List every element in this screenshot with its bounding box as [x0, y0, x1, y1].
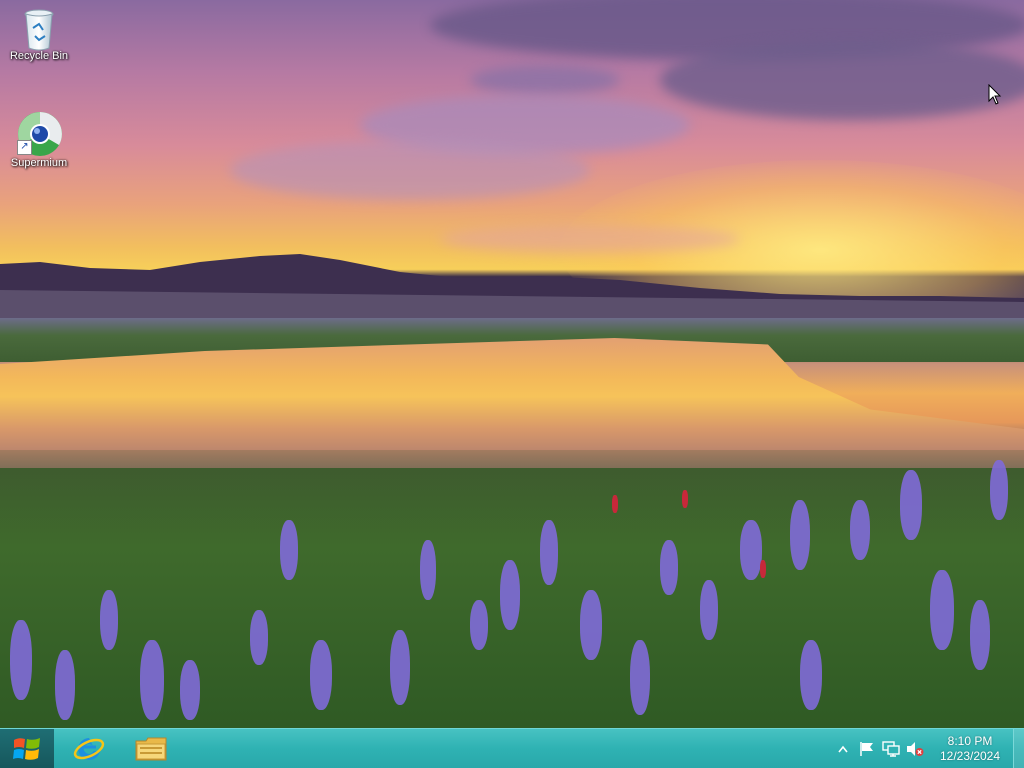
start-button[interactable]	[0, 729, 54, 768]
clock-date: 12/23/2024	[939, 748, 1001, 763]
red-flower	[760, 560, 766, 578]
clock-time: 8:10 PM	[947, 733, 993, 748]
flower	[470, 600, 488, 650]
flower	[420, 540, 436, 600]
flower	[100, 590, 118, 650]
internet-explorer-icon	[73, 737, 105, 760]
flower	[310, 640, 332, 710]
shortcut-arrow-icon: ↗	[17, 140, 32, 155]
show-desktop-button[interactable]	[1013, 729, 1024, 768]
flower	[900, 470, 922, 540]
desktop-wallpaper: Recycle Bin ↗ Supermium	[0, 0, 1024, 728]
flower	[500, 560, 520, 630]
flower	[540, 520, 558, 585]
flower	[740, 520, 762, 580]
file-explorer-icon	[135, 737, 167, 760]
system-tray: 8:10 PM 12/23/2024	[831, 729, 1024, 768]
flower	[55, 650, 75, 720]
supermium-browser-icon: ↗	[17, 111, 62, 156]
hills	[0, 254, 1024, 320]
flower	[280, 520, 298, 580]
recycle-bin-icon	[23, 8, 55, 51]
red-flower	[612, 495, 618, 513]
desktop-icon-recycle-bin[interactable]: Recycle Bin	[3, 8, 75, 62]
windows-logo-icon	[13, 737, 40, 760]
flower	[990, 460, 1008, 520]
taskbar-clock[interactable]: 8:10 PM 12/23/2024	[933, 734, 1007, 764]
flower	[850, 500, 870, 560]
cloud	[470, 65, 620, 95]
show-hidden-icons-chevron[interactable]	[834, 740, 852, 758]
flower	[580, 590, 602, 660]
flower	[800, 640, 822, 710]
flower	[930, 570, 954, 650]
red-flower	[682, 490, 688, 508]
flower	[970, 600, 990, 670]
flower	[10, 620, 32, 700]
taskbar-file-explorer[interactable]	[122, 730, 180, 767]
flower	[180, 660, 200, 720]
desktop-icon-supermium[interactable]: ↗ Supermium	[3, 111, 75, 169]
mouse-cursor-icon	[988, 84, 1002, 105]
flower	[250, 610, 268, 665]
volume-muted-icon[interactable]	[906, 740, 924, 758]
flower	[790, 500, 810, 570]
network-icon[interactable]	[882, 740, 900, 758]
flower	[660, 540, 678, 595]
flower	[140, 640, 164, 720]
cloud	[440, 225, 740, 253]
desktop-icon-label: Supermium	[10, 157, 68, 169]
action-center-flag-icon[interactable]	[858, 740, 876, 758]
cloud	[660, 40, 1024, 120]
flower	[630, 640, 650, 715]
taskbar: 8:10 PM 12/23/2024	[0, 728, 1024, 768]
flower	[390, 630, 410, 705]
taskbar-internet-explorer[interactable]	[60, 730, 118, 767]
cloud	[230, 140, 590, 200]
flower	[700, 580, 718, 640]
